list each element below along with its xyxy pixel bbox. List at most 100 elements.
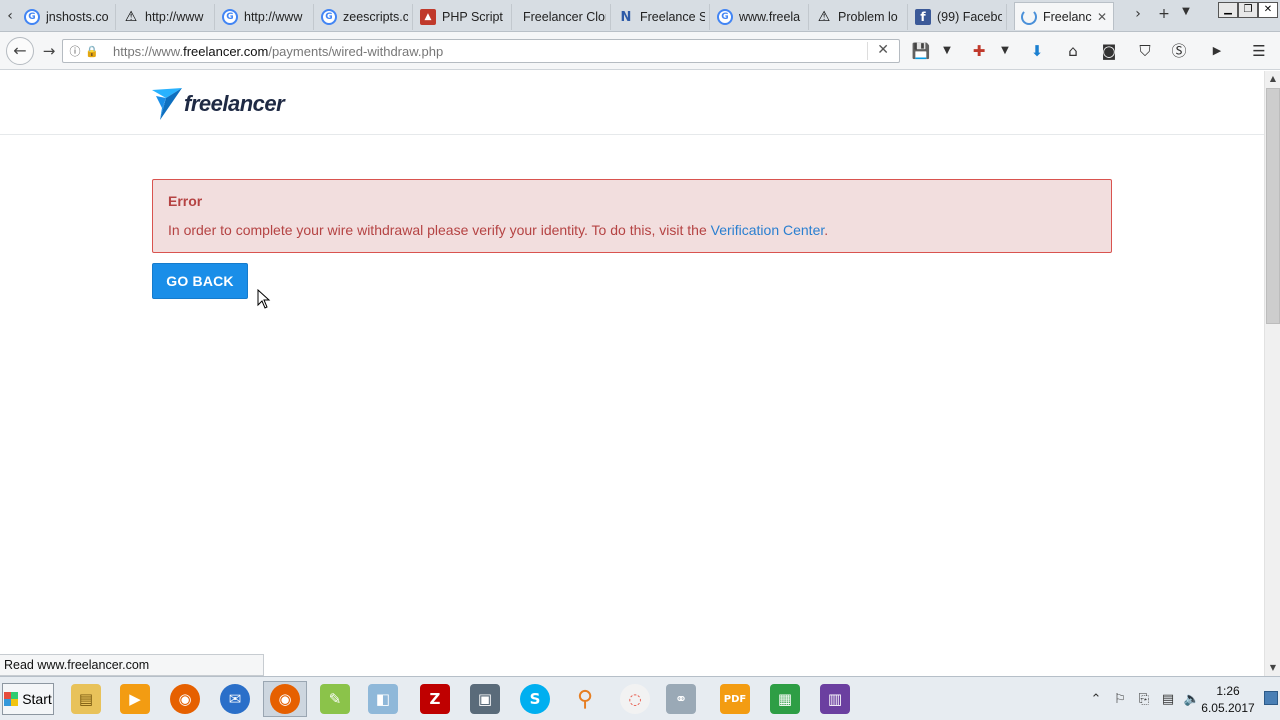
tab-item[interactable]: f (99) Facebo [909,4,1007,30]
network-icon[interactable]: ▣ [463,681,507,717]
google-icon: G [222,9,238,25]
tab-item[interactable]: ⚠ http://www [117,4,215,30]
tab-item[interactable]: G zeescripts.c [315,4,413,30]
pdf-icon[interactable]: PDF [713,681,757,717]
url-separator [867,42,868,60]
home-icon[interactable]: ⌂ [1062,41,1084,61]
download-icon[interactable]: ⬇ [1026,41,1048,61]
alert-title: Error [168,193,203,209]
tab-item[interactable]: Freelancer Clon [513,4,611,30]
addon-dropdown-icon[interactable]: ▼ [994,41,1016,61]
alert-message-text: In order to complete your wire withdrawa… [168,222,711,238]
network-tray-icon[interactable]: ▤ [1156,692,1180,707]
alert-message: In order to complete your wire withdrawa… [168,222,1096,238]
close-tab-icon[interactable]: ✕ [1095,10,1109,24]
filezilla-icon[interactable]: Z [413,681,457,717]
google-icon: G [321,9,337,25]
menu-icon[interactable]: ☰ [1248,41,1270,61]
windows-logo-icon [4,692,19,706]
stop-icon[interactable]: ✕ [877,42,889,58]
clock-date: 6.05.2017 [1201,701,1255,715]
show-desktop-icon[interactable] [1264,691,1278,705]
tab-list-icon[interactable]: ▼ [1176,6,1196,17]
warning-icon: ⚠ [124,9,138,25]
firefox-icon[interactable]: ◉ [163,681,207,717]
save-icon[interactable]: 💾 [910,41,932,61]
tab-item[interactable]: N Freelance S [612,4,710,30]
notepad-plus-icon[interactable]: ✎ [313,681,357,717]
verification-center-link[interactable]: Verification Center [711,222,825,238]
scroll-thumb[interactable] [1266,88,1280,324]
forward-icon[interactable]: → [38,41,60,61]
usb-icon[interactable]: ⎘ [1132,692,1156,707]
vertical-scrollbar[interactable]: ▲ ▼ [1264,71,1280,676]
spreadsheet-icon[interactable]: ▦ [763,681,807,717]
tray-expand-icon[interactable]: ⌃ [1084,692,1108,707]
restore-icon[interactable]: ❐ [1238,2,1258,18]
save-dropdown-icon[interactable]: ▼ [936,41,958,61]
tab-label: jnshosts.co [46,10,109,24]
tab-label: (99) Facebo [937,10,1002,24]
search-tool-icon[interactable]: ⚲ [563,681,607,717]
tab-label: Problem lo [838,10,898,24]
google-icon: G [717,9,733,25]
thunderbird-icon[interactable]: ✉ [213,681,257,717]
eraser-icon[interactable]: ◧ [361,681,405,717]
tab-strip: ‹ G jnshosts.co ⚠ http://www G http://ww… [0,0,1280,32]
php-scripts-icon: ▲ [420,9,436,25]
loading-icon [1021,8,1037,25]
alert-message-end: . [824,222,829,238]
app-circle-icon[interactable]: ◌ [613,681,657,717]
tab-item[interactable]: ⚠ Problem lo [810,4,908,30]
info-icon[interactable]: ⓘ [67,43,83,59]
lock-icon[interactable]: 🔒 [85,45,99,58]
navigation-bar: ← → ⓘ 🔒 https://www.freelancer.com/payme… [0,32,1280,70]
taskbar: Start ▤ ▶ ◉ ✉ ◉ ✎ ◧ Z ▣ S ⚲ ◌ ⚭ PDF ▦ ▥ … [0,676,1280,720]
scroll-down-icon[interactable]: ▼ [1265,660,1280,676]
pocket-icon[interactable]: ◙ [1098,41,1120,61]
skype-icon[interactable]: S [513,681,557,717]
system-clock[interactable]: 1:26 6.05.2017 [1198,683,1258,717]
tab-scroll-right-icon[interactable]: › [1128,6,1148,22]
tab-label: Freelancer Clon [523,10,606,24]
s-addon-icon[interactable]: Ⓢ [1168,41,1190,61]
freelancer-logo[interactable]: freelancer [152,86,285,122]
site-header: freelancer [0,71,1264,135]
tab-item[interactable]: G jnshosts.co [18,4,116,30]
connect-icon[interactable]: ⚭ [659,681,703,717]
tab-item[interactable]: ▲ PHP Script [414,4,512,30]
logo-text: freelancer [184,91,285,116]
tab-label: Freelance S [640,10,705,24]
error-alert: Error In order to complete your wire wit… [152,179,1112,253]
tab-item-active[interactable]: Freelanc ✕ [1014,2,1114,30]
back-icon[interactable]: ← [6,37,34,65]
tab-label: Freelanc [1043,9,1092,24]
url-prefix: https://www. [113,43,184,59]
clock-time: 1:26 [1216,684,1240,698]
firefox-active-icon[interactable]: ◉ [263,681,307,717]
winrar-icon[interactable]: ▥ [813,681,857,717]
close-window-icon[interactable]: ✕ [1258,2,1278,18]
url-path: /payments/wired-withdraw.php [268,43,444,59]
media-player-icon[interactable]: ▶ [113,681,157,717]
start-button[interactable]: Start [2,683,54,715]
tab-item[interactable]: G www.freela [711,4,809,30]
url-text[interactable]: https://www.freelancer.com/payments/wire… [113,44,443,59]
file-explorer-icon[interactable]: ▤ [64,681,108,717]
scroll-up-icon[interactable]: ▲ [1265,71,1280,87]
go-back-button[interactable]: GO BACK [152,263,248,299]
facebook-icon: f [915,9,931,25]
tab-label: http://www [145,10,204,24]
youtube-icon[interactable]: ▶ [1206,41,1228,61]
minimize-icon[interactable]: ▁ [1218,2,1238,18]
ublock-icon[interactable]: ⛉ [1134,41,1156,61]
address-bar[interactable]: ⓘ 🔒 https://www.freelancer.com/payments/… [62,39,900,63]
flag-icon[interactable]: ⚐ [1108,692,1132,707]
tab-label: zeescripts.c [343,10,408,24]
mouse-cursor-icon [257,289,271,309]
n-icon: N [620,9,632,25]
addon-red-icon[interactable]: ✚ [968,41,990,61]
tab-scroll-left-icon[interactable]: ‹ [2,6,18,26]
tab-item[interactable]: G http://www [216,4,314,30]
new-tab-icon[interactable]: + [1154,6,1174,22]
